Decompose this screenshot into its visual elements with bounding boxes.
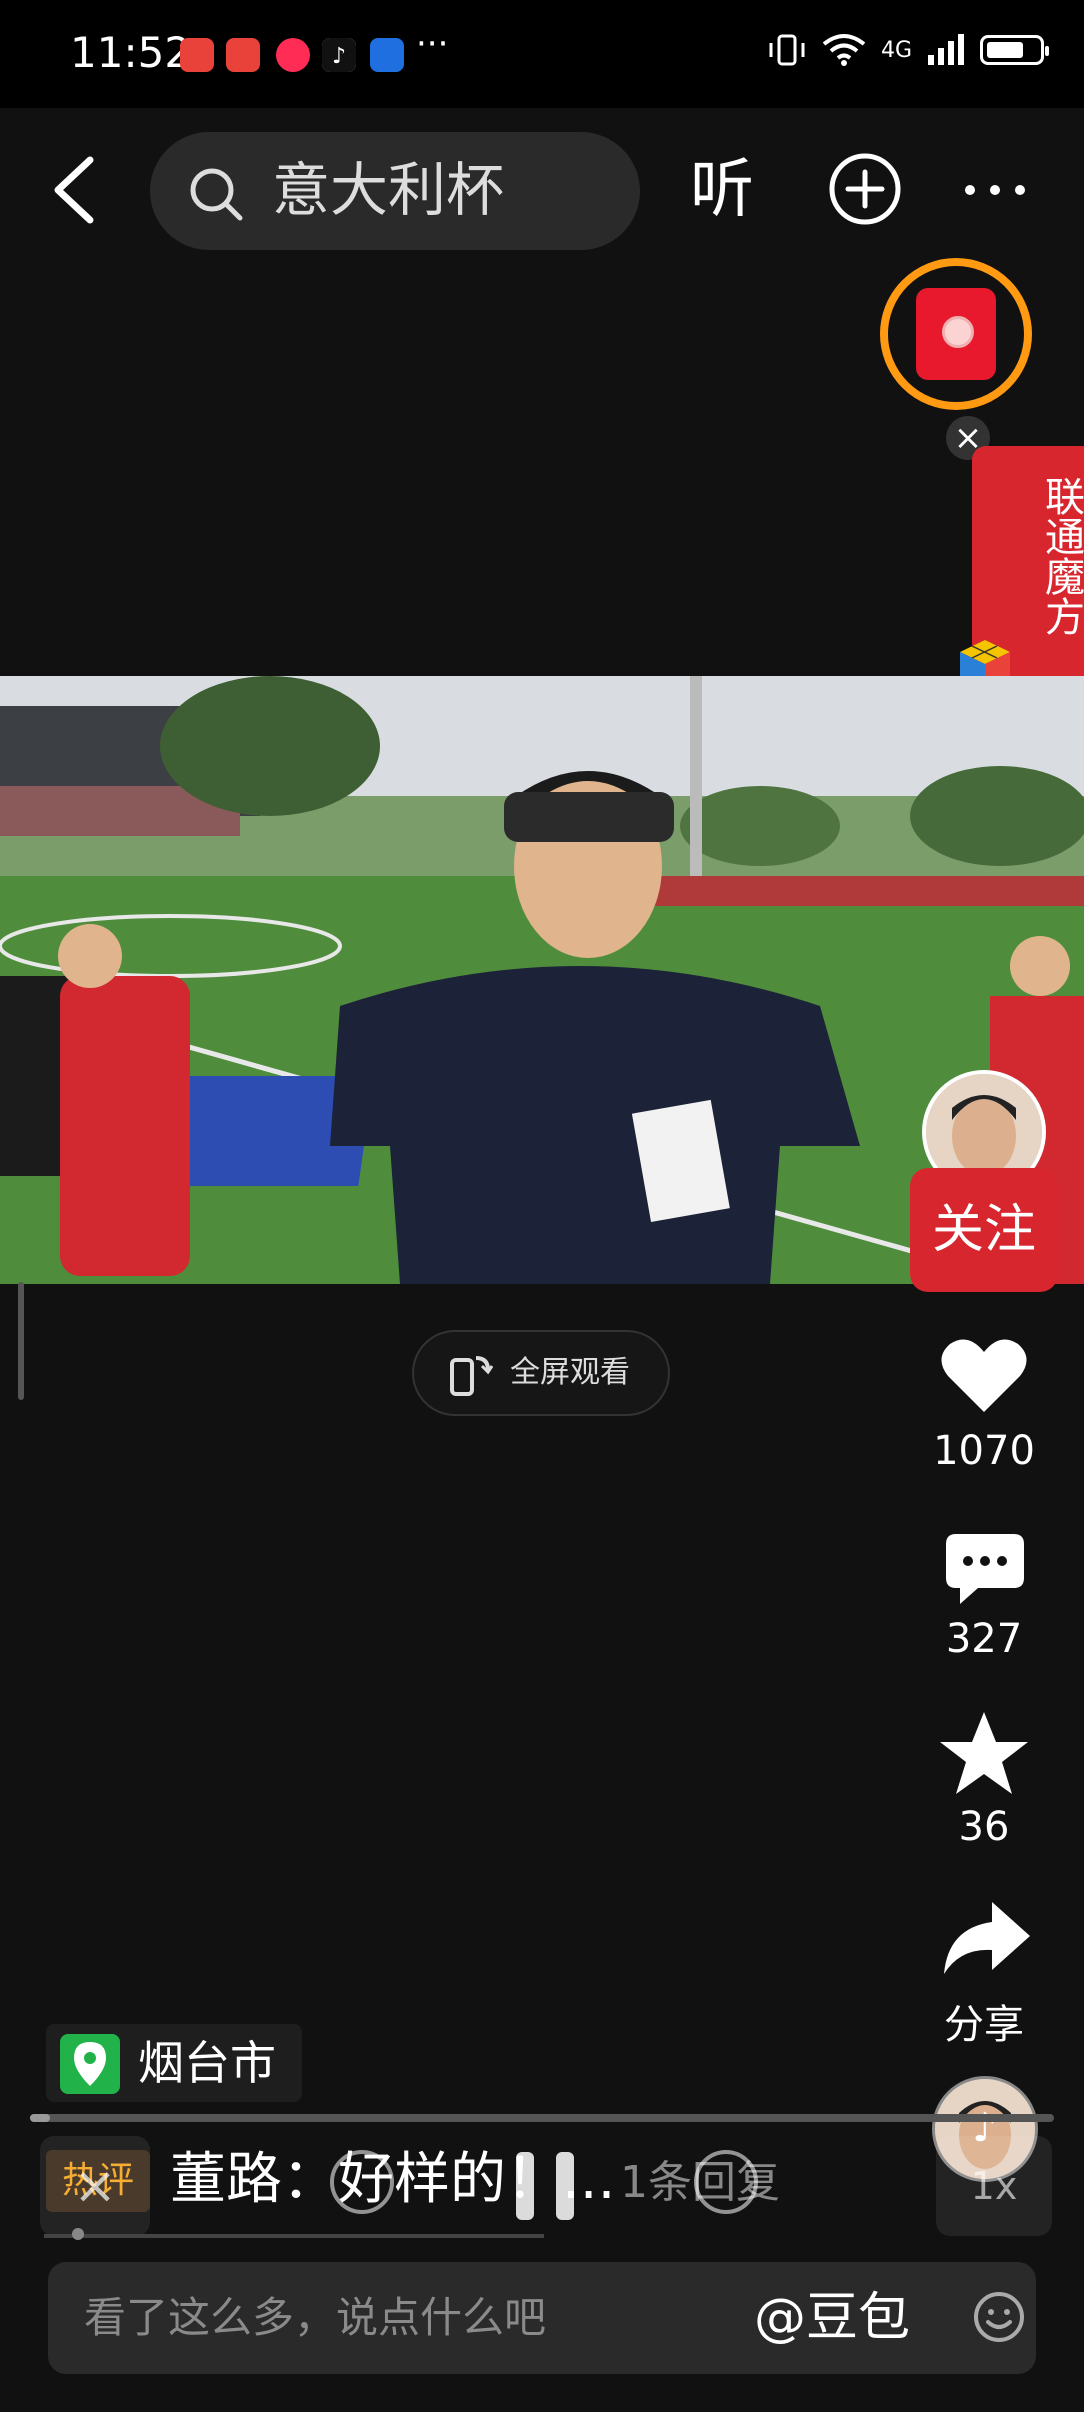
- share-arrow-icon: [944, 1902, 1030, 1974]
- close-controls-button[interactable]: ×: [40, 2136, 150, 2236]
- follow-label: 关注: [931, 1200, 1036, 1260]
- pause-icon: [516, 2152, 574, 2220]
- share-button[interactable]: [940, 1898, 1032, 1978]
- scrub-handle[interactable]: [18, 1282, 24, 1400]
- more-notifications-icon: ···: [416, 24, 449, 64]
- star-icon: [940, 1712, 1028, 1794]
- search-icon: [190, 168, 243, 221]
- pause-button[interactable]: [510, 2148, 580, 2224]
- rewind-button[interactable]: [330, 2150, 394, 2214]
- svg-text:♪: ♪: [332, 44, 346, 69]
- like-count: 1070: [933, 1428, 1035, 1474]
- wifi-icon: [822, 34, 866, 66]
- video-progress-fill: [30, 2114, 51, 2122]
- share-label: 分享: [944, 2002, 1024, 2048]
- clock: 11:52: [70, 28, 192, 77]
- tiktok-icon: ♪: [322, 38, 356, 72]
- like-button[interactable]: [940, 1336, 1028, 1416]
- location-label: 烟台市: [138, 2036, 276, 2090]
- back-button[interactable]: [40, 150, 110, 230]
- coin-icon: [942, 316, 974, 348]
- bulb-app-icon: [370, 38, 404, 72]
- plus-circle-icon: [829, 153, 901, 225]
- playback-speed-label: 1x: [970, 2164, 1018, 2208]
- mini-progress-track: [44, 2234, 544, 2238]
- comment-placeholder: 看了这么多，说点什么吧: [84, 2293, 547, 2342]
- location-pin-icon: [60, 2034, 120, 2094]
- comment-count: 327: [945, 1616, 1023, 1662]
- battery-icon: [980, 35, 1049, 65]
- add-button[interactable]: [828, 152, 902, 226]
- comment-button[interactable]: [942, 1530, 1028, 1610]
- signal-icon: [928, 34, 964, 65]
- location-tag[interactable]: 烟台市: [46, 2024, 302, 2102]
- smiley-icon: [974, 2292, 1024, 2342]
- close-icon: ×: [73, 2156, 117, 2216]
- vibrate-icon: [769, 34, 805, 66]
- comment-input[interactable]: 看了这么多，说点什么吧 @豆包: [48, 2262, 1036, 2374]
- emoji-button[interactable]: [972, 2290, 1026, 2344]
- forward-button[interactable]: [694, 2150, 758, 2214]
- rotate-screen-icon: [450, 1356, 494, 1396]
- heart-icon: [941, 1339, 1027, 1412]
- mention-doubao-button[interactable]: @豆包: [754, 2262, 910, 2374]
- video-app-icon: [276, 38, 310, 72]
- favorite-count: 36: [958, 1804, 1010, 1850]
- chevron-left-icon: [54, 156, 94, 224]
- huawei-app-icon: [226, 38, 260, 72]
- follow-button[interactable]: 关注: [910, 1168, 1058, 1292]
- red-packet-button[interactable]: [880, 258, 1032, 410]
- listen-button[interactable]: 听: [690, 145, 754, 235]
- huawei-app-icon: [180, 38, 214, 72]
- favorite-button[interactable]: [936, 1708, 1032, 1798]
- playback-speed-button[interactable]: 1x: [936, 2136, 1052, 2236]
- status-icons: 4G: [767, 32, 1049, 68]
- network-type: 4G: [880, 37, 912, 63]
- comment-bubble-icon: [946, 1534, 1024, 1604]
- more-button[interactable]: [960, 160, 1030, 220]
- mini-progress-handle[interactable]: [72, 2228, 84, 2240]
- search-query[interactable]: 意大利杯: [272, 150, 504, 230]
- fullscreen-label: 全屏观看: [510, 1355, 630, 1390]
- promo-banner-text: 联通魔方: [1038, 476, 1084, 636]
- video-progress-bar[interactable]: [30, 2114, 1054, 2122]
- fullscreen-button[interactable]: 全屏观看: [412, 1330, 670, 1416]
- more-dots-icon: [965, 185, 1025, 195]
